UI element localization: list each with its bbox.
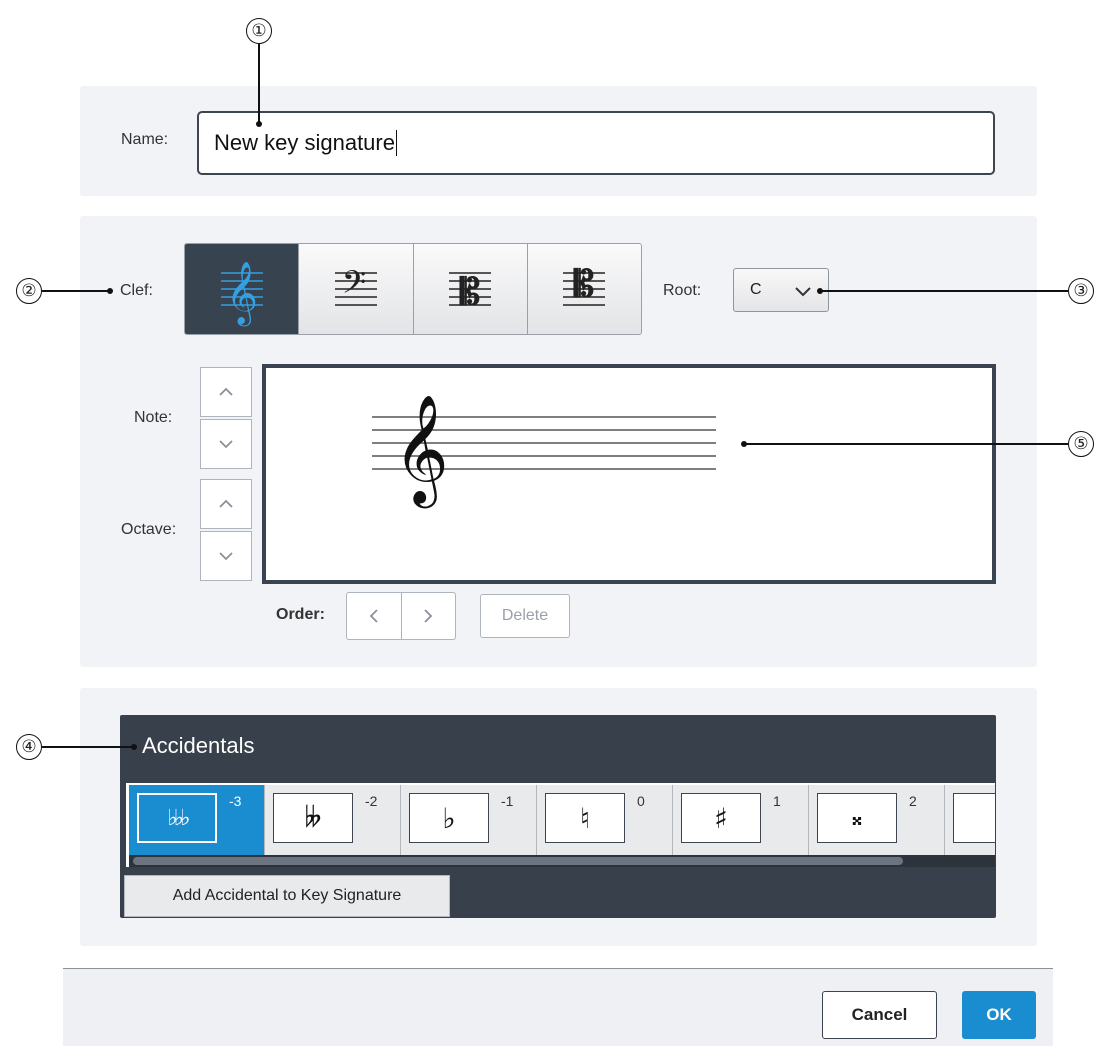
order-left-button[interactable] <box>347 593 402 639</box>
alto-clef-icon: 𝄡 <box>449 272 492 313</box>
scrollbar-thumb[interactable] <box>133 857 903 865</box>
svg-text:𝄡: 𝄡 <box>459 272 480 313</box>
root-label: Root: <box>663 282 702 299</box>
callout-3: ③ <box>1068 278 1094 304</box>
tenor-clef-icon: 𝄡 <box>563 264 606 306</box>
accidental-sharp[interactable]: ♯ 1 <box>673 785 809 855</box>
staff-preview: 𝄞 <box>372 395 716 508</box>
callout-1: ① <box>246 18 272 44</box>
accidentals-row: ♭♭♭ -3 𝄫 -2 ♭ -1 ♮ 0 ♯ 1 𝄪 2 <box>129 785 995 855</box>
octave-up-button[interactable] <box>200 479 252 529</box>
octave-down-button[interactable] <box>200 531 252 581</box>
accidental-partial[interactable] <box>945 785 995 855</box>
callout-1-dot <box>256 121 262 127</box>
clef-label: Clef: <box>120 282 153 299</box>
double-flat-icon: 𝄫 <box>273 793 353 843</box>
delete-button[interactable]: Delete <box>480 594 570 638</box>
cancel-button[interactable]: Cancel <box>822 991 937 1039</box>
svg-text:𝄞: 𝄞 <box>226 261 258 327</box>
root-value: C <box>750 281 762 298</box>
chevron-up-icon <box>219 499 233 508</box>
key-signature-preview[interactable]: 𝄞 <box>262 364 996 584</box>
text-caret <box>395 130 398 156</box>
treble-clef-button[interactable]: 𝄞 <box>185 244 300 334</box>
chevron-up-icon <box>219 387 233 396</box>
callout-5: ⑤ <box>1068 431 1094 457</box>
callout-5-line <box>744 443 1068 445</box>
order-right-button[interactable] <box>402 593 456 639</box>
callout-4-dot <box>131 744 137 750</box>
chevron-down-icon <box>219 440 233 449</box>
treble-clef-icon: 𝄞 <box>220 261 263 327</box>
callout-3-dot <box>817 288 823 294</box>
chevron-left-icon <box>369 609 378 623</box>
accidental-value: 0 <box>637 793 645 809</box>
callout-2-line <box>42 290 110 292</box>
accidentals-strip: ♭♭♭ -3 𝄫 -2 ♭ -1 ♮ 0 ♯ 1 𝄪 2 <box>126 783 995 867</box>
name-input[interactable]: New key signature <box>197 111 995 175</box>
svg-text:𝄢: 𝄢 <box>342 264 366 308</box>
flat-icon: ♭ <box>409 793 489 843</box>
clef-selector: 𝄞 𝄢 𝄡 𝄡 <box>184 243 642 335</box>
accidentals-panel: Accidentals ♭♭♭ -3 𝄫 -2 ♭ -1 ♮ 0 ♯ 1 𝄪 2… <box>120 715 996 918</box>
natural-icon: ♮ <box>545 793 625 843</box>
alto-clef-button[interactable]: 𝄡 <box>413 244 528 334</box>
treble-clef-icon: 𝄞 <box>393 395 449 508</box>
accidental-value: -3 <box>229 793 242 809</box>
callout-2-dot <box>107 288 113 294</box>
callout-2: ② <box>16 278 42 304</box>
accidentals-title: Accidentals <box>142 733 255 758</box>
bass-clef-button[interactable]: 𝄢 <box>299 244 414 334</box>
note-up-button[interactable] <box>200 367 252 417</box>
svg-text:𝄡: 𝄡 <box>573 264 594 305</box>
callout-1-line <box>258 44 260 124</box>
accidental-value: 2 <box>909 793 917 809</box>
add-accidental-button[interactable]: Add Accidental to Key Signature <box>124 875 450 917</box>
root-select[interactable]: C <box>733 268 829 312</box>
accidental-natural[interactable]: ♮ 0 <box>537 785 673 855</box>
sharp-icon: ♯ <box>681 793 761 843</box>
chevron-down-icon <box>795 287 811 297</box>
bass-clef-icon: 𝄢 <box>334 264 377 308</box>
triple-flat-icon: ♭♭♭ <box>137 793 217 843</box>
tenor-clef-button[interactable]: 𝄡 <box>527 244 641 334</box>
chevron-down-icon <box>219 552 233 561</box>
order-buttons <box>346 592 456 640</box>
accidental-value: 1 <box>773 793 781 809</box>
accidentals-scrollbar[interactable] <box>129 855 995 867</box>
accidental-partial-icon <box>953 793 995 843</box>
accidental-double-sharp[interactable]: 𝄪 2 <box>809 785 945 855</box>
accidental-double-flat[interactable]: 𝄫 -2 <box>265 785 401 855</box>
accidental-triple-flat[interactable]: ♭♭♭ -3 <box>129 785 265 855</box>
order-label: Order: <box>276 606 325 623</box>
octave-label: Octave: <box>121 521 177 538</box>
note-label: Note: <box>134 409 173 426</box>
note-down-button[interactable] <box>200 419 252 469</box>
accidental-value: -1 <box>501 793 514 809</box>
accidental-flat[interactable]: ♭ -1 <box>401 785 537 855</box>
name-label: Name: <box>121 131 169 148</box>
callout-3-line <box>820 290 1068 292</box>
ok-button[interactable]: OK <box>962 991 1036 1039</box>
accidental-value: -2 <box>365 793 378 809</box>
chevron-right-icon <box>424 609 433 623</box>
callout-5-dot <box>741 441 747 447</box>
double-sharp-icon: 𝄪 <box>817 793 897 843</box>
name-input-value: New key signature <box>214 130 395 155</box>
callout-4: ④ <box>16 734 42 760</box>
callout-4-line <box>42 746 134 748</box>
